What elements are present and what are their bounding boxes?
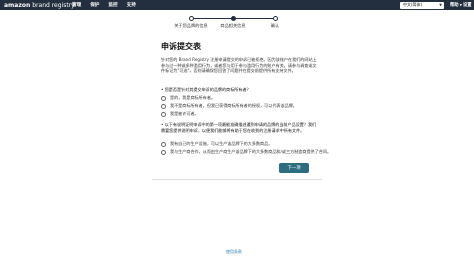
q2-option-own-facility[interactable]: 我有自己的生产设施，可以生产该品牌下的大多数商品。 [161,141,272,147]
nav-item-protect[interactable]: 保护 [90,2,99,8]
q1-option-label: 我是被许可者。 [170,111,199,116]
question-trademark-owner: • 您是否是针对其提交申诉的品牌的商标所有者？ [161,87,251,92]
step-2-indicator [230,15,236,21]
step-3-label: 确认 [270,23,280,28]
radio-button[interactable] [161,111,166,117]
radio-button[interactable] [161,149,166,155]
settings-menu[interactable]: 设置 [463,2,472,9]
step-1-indicator [188,15,194,21]
radio-button[interactable] [161,141,166,147]
next-button[interactable]: 下一项 [279,163,309,173]
chevron-down-icon: ▼ [439,3,442,7]
q1-option-authorized[interactable]: 我不是商标所有者，但我已获得商标所有者的授权，可以代表该品牌。 [161,103,297,109]
q1-option-owner[interactable]: 是的，我是商标所有者。 [161,95,215,101]
brand-registry-logo[interactable]: amazon brand registry [4,1,75,9]
nav-item-manage[interactable]: 管理 [72,2,81,8]
form-description: 针对您的 Brand Registry 注册申请提交的申诉已被拒绝。因为该账户在… [161,57,317,74]
nav-item-support[interactable]: 支持 [127,2,136,8]
step-1-label: 关于您品牌的信息 [174,23,208,28]
q1-option-label: 是的，我是商标所有者。 [170,95,216,100]
language-select[interactable]: 中文(简体) ▼ [400,1,444,9]
q1-option-label: 我不是商标所有者，但我已获得商标所有者的授权，可以代表该品牌。 [170,103,297,108]
radio-button[interactable] [161,103,166,109]
help-menu[interactable]: 帮助 ▼ [450,2,462,9]
terms-of-use-link[interactable]: 使用条款 [226,249,242,255]
chevron-down-icon: ▼ [459,3,462,7]
main-nav: 管理 保护 监控 支持 [72,1,136,9]
language-select-value: 中文(简体) [403,2,423,7]
q2-option-label: 我有自己的生产设施，可以生产该品牌下的大多数商品。 [170,141,273,146]
radio-button[interactable] [161,95,166,101]
logo-sub-text: brand registry [32,1,75,9]
nav-item-monitor[interactable]: 监控 [108,2,117,8]
step-2-label: 商品相关信息 [220,23,246,28]
page-title: 申诉提交表 [161,42,201,51]
q2-option-manufacturer[interactable]: 我与生产商合作，从而由生产商生产该品牌下的大多数商品和/或三方制造商提供了合同。 [161,149,331,155]
question-product-setup: • 以下有说明证明申诉中的第一项最能准确描述遭到申请的品牌的当前产品设置？我们需… [161,122,317,133]
settings-label: 设置 [463,3,472,8]
step-3-indicator [272,15,278,21]
help-label: 帮助 [450,3,459,8]
top-navigation-bar: amazon brand registry 管理 保护 监控 支持 中文(简体)… [0,0,474,10]
logo-main-text: amazon [4,1,31,9]
appeal-form: 申诉提交表 针对您的 Brand Registry 注册申请提交的申诉已被拒绝。… [152,36,331,180]
q2-option-label: 我与生产商合作，从而由生产商生产该品牌下的大多数商品和/或三方制造商提供了合同。 [170,149,332,154]
q1-option-licensee[interactable]: 我是被许可者。 [161,111,199,117]
